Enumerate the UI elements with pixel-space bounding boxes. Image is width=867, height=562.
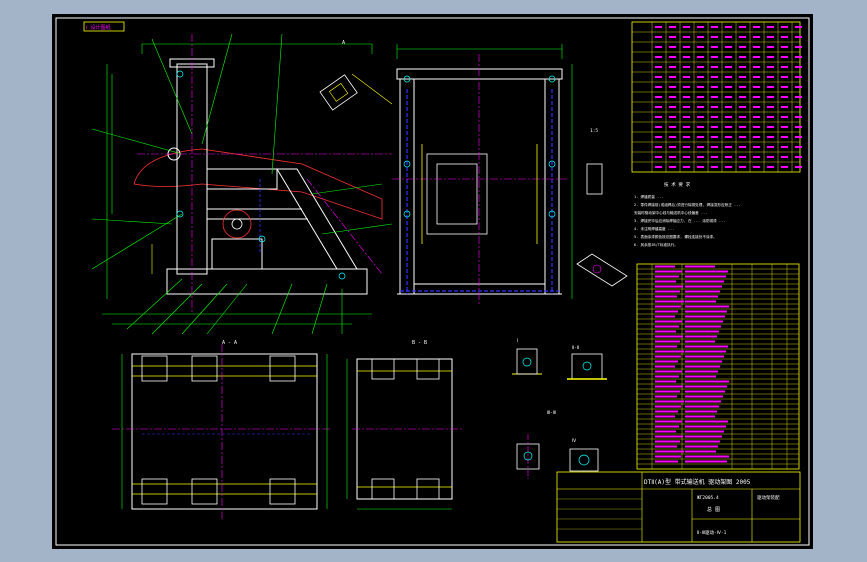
detail-views: Ⅰ Ⅱ-Ⅱ Ⅲ-Ⅲ Ⅳ 1:5 [512, 128, 628, 479]
note-line: 2. 零件焊接前(或组焊后)须进行除锈处理, 焊接变形应矫正 ... [634, 202, 740, 207]
dimension-table [631, 21, 802, 173]
svg-text:驱动架装配: 驱动架装配 [757, 494, 780, 501]
notes-heading: 技 术 要 求 [664, 181, 691, 188]
svg-text:Ⅰ 设计图纸: Ⅰ 设计图纸 [86, 24, 111, 31]
front-view: A [91, 33, 393, 335]
svg-text:ЖГ2005.4: ЖГ2005.4 [697, 495, 719, 501]
base-beam [166, 268, 368, 295]
svg-text:Ⅳ: Ⅳ [572, 438, 577, 444]
note-line: 4. 未注明焊缝高度 ... [634, 226, 674, 231]
note-line: 1. 焊缝质量 ... [634, 194, 664, 199]
svg-text:Ⅰ: Ⅰ [517, 338, 518, 344]
drawing-svg: Ⅰ 设计图纸 A A - A B - B Ⅰ Ⅱ-Ⅱ Ⅲ-Ⅲ Ⅳ 1:5 技 术… [55, 17, 810, 546]
note-line: 安装时驱动架中心线与输送机中心线偏差 ... [634, 210, 707, 215]
svg-text:Ⅱ-Ⅱ: Ⅱ-Ⅱ [572, 345, 579, 351]
note-line: 5. 表面涂漆颜色按总图要求, 螺栓连接处不涂漆。 [634, 234, 717, 239]
svg-text:B - B: B - B [412, 340, 427, 346]
svg-text:Ⅱ-Ⅲ驱动-Ⅳ-1: Ⅱ-Ⅲ驱动-Ⅳ-1 [697, 529, 727, 536]
title-text: DTⅡ(A)型 带式输送机 驱动架图 2005 [644, 478, 751, 486]
plan-outline [131, 353, 318, 510]
svg-text:Ⅲ-Ⅲ: Ⅲ-Ⅲ [547, 410, 556, 416]
svg-text:A - A: A - A [222, 340, 237, 346]
note-line: 3. 焊接完毕后应消除焊接应力, 在 ... 涂防锈漆 ... [634, 218, 725, 223]
svg-text:1:5: 1:5 [590, 128, 598, 134]
note-line: 6. 其余按JB/T标准执行。 [634, 242, 678, 247]
svg-text:A: A [342, 40, 345, 46]
drawing-sheet[interactable]: Ⅰ 设计图纸 A A - A B - B Ⅰ Ⅱ-Ⅱ Ⅲ-Ⅲ Ⅳ 1:5 技 术… [52, 14, 813, 549]
technical-notes: 技 术 要 求 1. 焊缝质量 ... 2. 零件焊接前(或组焊后)须进行除锈处理… [634, 181, 740, 247]
section-a-view: A - A [112, 340, 332, 519]
svg-text:总 图: 总 图 [707, 506, 720, 513]
section-b-view: B - B [346, 340, 462, 510]
title-block: DTⅡ(A)型 带式输送机 驱动架图 2005 ЖГ2005.4 驱动架装配 总… [556, 471, 801, 543]
side-view [392, 44, 573, 304]
parts-list [636, 263, 800, 470]
corner-tag: Ⅰ 设计图纸 [83, 21, 125, 32]
cad-viewport: Ⅰ 设计图纸 A A - A B - B Ⅰ Ⅱ-Ⅱ Ⅲ-Ⅲ Ⅳ 1:5 技 术… [0, 0, 867, 562]
